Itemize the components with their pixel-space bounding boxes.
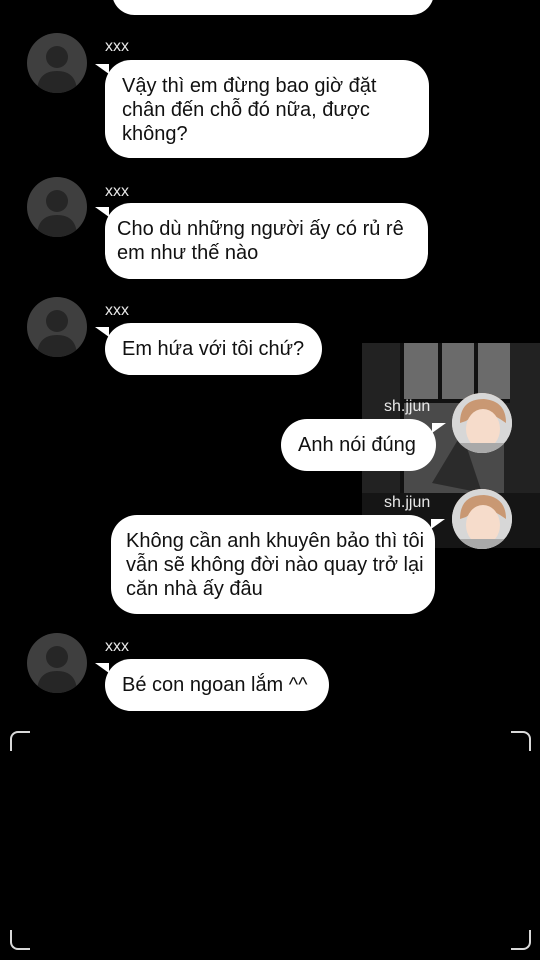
- message-text: Anh nói đúng: [298, 434, 416, 456]
- message-text: Không cần anh khuyên bảo thì tôi vẫn sẽ …: [126, 530, 425, 600]
- person-silhouette-icon: [37, 46, 77, 93]
- sender-avatar[interactable]: [27, 177, 87, 237]
- person-silhouette-icon: [37, 190, 77, 237]
- frame-corner-top-right: [511, 731, 531, 751]
- message-text: Em hứa với tôi chứ?: [122, 338, 305, 360]
- sender-name: xxx: [105, 302, 129, 319]
- message-bubble[interactable]: Em hứa với tôi chứ?: [95, 323, 322, 375]
- message-bubble[interactable]: Vậy thì em đừng bao giờ đặt chân đến chỗ…: [95, 60, 429, 158]
- person-silhouette-icon: [37, 646, 77, 693]
- sender-avatar[interactable]: [27, 633, 87, 693]
- sender-name: xxx: [105, 38, 129, 55]
- sender-name: sh.jjun: [384, 494, 431, 511]
- message-text: Bé con ngoan lắm ^^: [122, 674, 308, 696]
- sender-avatar[interactable]: [27, 33, 87, 93]
- user-photo-avatar[interactable]: [452, 393, 512, 453]
- frame-corner-top-left: [10, 731, 30, 751]
- message-bubble[interactable]: Cho dù những người ấy có rủ rê em như th…: [95, 203, 428, 279]
- user-photo-avatar[interactable]: [452, 489, 512, 549]
- message-bubble-partial: [112, 0, 434, 15]
- sender-name: sh.jjun: [384, 398, 431, 415]
- sender-name: xxx: [105, 183, 129, 200]
- frame-corner-bottom-left: [10, 930, 30, 950]
- sender-avatar[interactable]: [27, 297, 87, 357]
- person-silhouette-icon: [37, 310, 77, 357]
- message-text: Cho dù những người ấy có rủ rê em như th…: [117, 218, 404, 264]
- frame-corner-bottom-right: [511, 930, 531, 950]
- message-text: Vậy thì em đừng bao giờ đặt chân đến chỗ…: [122, 75, 377, 145]
- message-bubble[interactable]: Anh nói đúng: [281, 419, 446, 471]
- user-photo-icon: [452, 489, 512, 549]
- message-bubble[interactable]: Không cần anh khuyên bảo thì tôi vẫn sẽ …: [111, 515, 445, 614]
- sender-name: xxx: [105, 638, 129, 655]
- message-bubble[interactable]: Bé con ngoan lắm ^^: [95, 659, 329, 711]
- user-photo-icon: [452, 393, 512, 453]
